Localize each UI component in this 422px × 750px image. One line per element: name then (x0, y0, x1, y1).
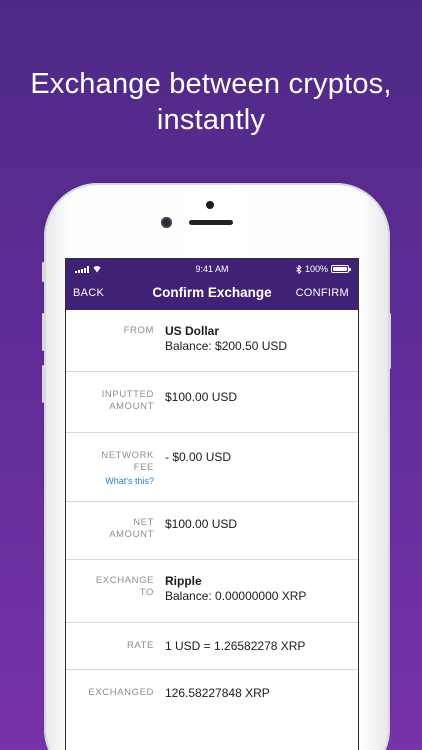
exchanged-label: EXCHANGED (88, 687, 154, 698)
front-camera (206, 201, 214, 209)
exchanged-value: 126.58227848 XRP (165, 686, 270, 700)
from-balance: Balance: $200.50 USD (165, 339, 288, 353)
inputted-label-line-1: INPUTTED (101, 389, 154, 400)
network-fee-value: - $0.00 USD (165, 450, 232, 464)
detail-row-rate: RATE 1 USD = 1.26582278 XRP (66, 623, 358, 670)
top-bar: 9:41 AM 100% BACK Confirm Exchange CONFI… (66, 259, 358, 310)
from-currency: US Dollar (165, 324, 220, 338)
proximity-sensor (161, 217, 172, 228)
status-bar: 9:41 AM 100% (66, 259, 358, 279)
headline-line-2: instantly (156, 104, 266, 136)
confirm-button[interactable]: CONFIRM (296, 287, 349, 299)
earpiece-speaker (189, 220, 233, 225)
whats-this-link[interactable]: What's this? (74, 475, 154, 487)
battery-icon (331, 265, 351, 273)
battery-percent: 100% (304, 264, 328, 274)
phone-power-button (388, 313, 391, 369)
headline-line-1: Exchange between cryptos, (30, 68, 392, 100)
navigation-bar: BACK Confirm Exchange CONFIRM (66, 279, 358, 310)
inputted-amount-value: $100.00 USD (165, 390, 238, 404)
exchange-to-currency: Ripple (165, 574, 202, 588)
fee-label-line-1: NETWORK (101, 450, 154, 461)
phone-screen: 9:41 AM 100% BACK Confirm Exchange CONFI… (66, 259, 358, 750)
detail-row-net-amount: NET AMOUNT $100.00 USD (66, 502, 358, 560)
detail-row-inputted-amount: INPUTTED AMOUNT $100.00 USD (66, 372, 358, 433)
detail-row-exchanged: EXCHANGED 126.58227848 XRP (66, 670, 358, 730)
rate-label: RATE (126, 640, 154, 651)
bluetooth-icon (296, 264, 302, 274)
detail-row-exchange-to: EXCHANGE TO Ripple Balance: 0.00000000 X… (66, 560, 358, 623)
net-amount-value: $100.00 USD (165, 517, 238, 531)
phone-volume-up (42, 313, 45, 351)
phone-volume-down (42, 365, 45, 403)
exchange-to-label-line-2: TO (139, 587, 154, 598)
rate-value: 1 USD = 1.26582278 XRP (165, 639, 306, 653)
headline: Exchange between cryptos, instantly (0, 66, 422, 138)
detail-row-from: FROM US Dollar Balance: $200.50 USD (66, 310, 358, 372)
inputted-label-line-2: AMOUNT (109, 401, 154, 412)
exchange-to-label-line-1: EXCHANGE (95, 575, 154, 586)
net-label-line-1: NET (133, 517, 154, 528)
fee-label-line-2: FEE (133, 462, 154, 473)
detail-row-network-fee: NETWORK FEE What's this? - $0.00 USD (66, 433, 358, 502)
phone-mute-switch (42, 262, 45, 282)
exchange-to-balance: Balance: 0.00000000 XRP (165, 589, 307, 603)
from-label: FROM (123, 325, 154, 336)
exchange-details: FROM US Dollar Balance: $200.50 USD INPU… (66, 310, 358, 730)
net-label-line-2: AMOUNT (109, 529, 154, 540)
